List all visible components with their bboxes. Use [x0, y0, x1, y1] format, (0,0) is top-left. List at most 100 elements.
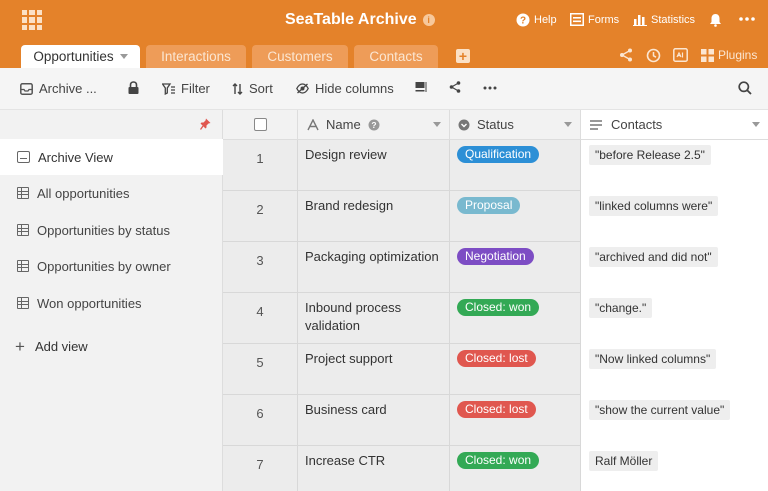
- share-view-button[interactable]: [449, 81, 461, 93]
- table-row[interactable]: 5 Project support Closed: lost "Now linked …: [223, 344, 768, 395]
- title-area: SeaTable Archive i: [285, 11, 435, 29]
- contacts-cell[interactable]: "Now linked columns": [581, 344, 768, 395]
- table-row[interactable]: 1 Design review Qualification "before Relea…: [223, 140, 768, 191]
- single-select-icon: [458, 119, 470, 130]
- share-icon: [620, 48, 632, 62]
- contact-tag: "Now linked columns": [589, 349, 717, 369]
- sidebar-item-all-opportunities[interactable]: All opportunities: [0, 175, 223, 211]
- search-button[interactable]: [738, 81, 752, 95]
- apps-grid-icon[interactable]: [22, 10, 42, 30]
- table-row[interactable]: 6 Business card Closed: lost "show the curr…: [223, 395, 768, 446]
- table-row[interactable]: 7 Increase CTR Closed: won Ralf Möller: [223, 446, 768, 491]
- hide-columns-button[interactable]: Hide columns: [296, 81, 394, 96]
- table-row[interactable]: 3 Packaging optimization Negotiation "archi…: [223, 242, 768, 293]
- info-icon[interactable]: i: [422, 14, 435, 26]
- row-height-button[interactable]: [415, 81, 427, 93]
- plus-icon: +: [15, 337, 25, 356]
- tab-label: Customers: [267, 49, 333, 64]
- help-label: Help: [534, 14, 557, 26]
- column-header-status[interactable]: Status: [450, 110, 581, 140]
- view-label: Opportunities by status: [37, 222, 170, 238]
- archive-icon: [17, 151, 30, 163]
- chevron-down-icon[interactable]: [433, 122, 441, 127]
- view-selector[interactable]: Archive ...: [20, 81, 97, 96]
- column-header-name[interactable]: Name ?: [298, 110, 450, 140]
- tab-contacts[interactable]: Contacts: [354, 45, 438, 68]
- share-button[interactable]: [619, 48, 633, 62]
- contacts-cell[interactable]: "show the current value": [581, 395, 768, 446]
- statistics-button[interactable]: Statistics: [633, 13, 695, 26]
- lock-icon: [128, 81, 139, 94]
- row-number: 7: [223, 446, 298, 491]
- filter-icon: [162, 82, 175, 95]
- more-dots-icon: [739, 17, 755, 21]
- current-view-label: Archive ...: [39, 81, 97, 96]
- status-badge: Qualification: [457, 146, 540, 163]
- api-button[interactable]: [673, 48, 688, 62]
- sidebar-item-archive-view[interactable]: Archive View: [0, 139, 223, 175]
- status-badge: Closed: lost: [457, 350, 536, 367]
- status-cell[interactable]: Proposal: [450, 191, 581, 242]
- status-cell[interactable]: Closed: lost: [450, 344, 581, 395]
- more-menu-button[interactable]: [739, 14, 755, 24]
- lock-button[interactable]: [128, 81, 139, 94]
- archive-icon: [20, 82, 33, 95]
- name-cell[interactable]: Design review: [298, 140, 450, 191]
- chevron-down-icon[interactable]: [564, 122, 572, 127]
- name-cell[interactable]: Brand redesign: [298, 191, 450, 242]
- name-cell[interactable]: Increase CTR: [298, 446, 450, 491]
- svg-text:?: ?: [520, 16, 526, 27]
- pin-icon[interactable]: [199, 118, 211, 133]
- view-label: Opportunities by owner: [37, 258, 171, 274]
- grid-view-icon: [17, 224, 29, 236]
- status-badge: Closed: lost: [457, 401, 536, 418]
- sidebar-item-opportunities-by-status[interactable]: Opportunities by status: [0, 212, 223, 248]
- status-cell[interactable]: Qualification: [450, 140, 581, 191]
- contacts-cell[interactable]: "change.": [581, 293, 768, 344]
- row-number: 2: [223, 191, 298, 242]
- bell-icon: [710, 14, 721, 27]
- view-toolbar: Archive ... Filter Sort Hide columns: [0, 68, 768, 110]
- status-cell[interactable]: Negotiation: [450, 242, 581, 293]
- name-cell[interactable]: Packaging optimization: [298, 242, 450, 293]
- status-badge: Closed: won: [457, 299, 540, 316]
- column-header-contacts[interactable]: Contacts: [581, 110, 768, 140]
- history-button[interactable]: [646, 48, 661, 63]
- name-cell[interactable]: Project support: [298, 344, 450, 395]
- tab-opportunities[interactable]: Opportunities: [21, 45, 140, 68]
- name-cell[interactable]: Inbound process validation: [298, 293, 450, 344]
- select-all-checkbox[interactable]: [253, 118, 267, 131]
- sort-button[interactable]: Sort: [232, 81, 273, 96]
- filter-button[interactable]: Filter: [162, 81, 210, 96]
- contacts-cell[interactable]: "linked columns were": [581, 191, 768, 242]
- help-button[interactable]: ? Help: [516, 13, 557, 27]
- forms-button[interactable]: Forms: [570, 13, 619, 26]
- contact-tag: "before Release 2.5": [589, 145, 711, 165]
- table-row[interactable]: 4 Inbound process validation Closed: won "c…: [223, 293, 768, 344]
- status-badge: Negotiation: [457, 248, 534, 265]
- sidebar-item-won-opportunities[interactable]: Won opportunities: [0, 285, 223, 321]
- plugins-button[interactable]: Plugins: [701, 48, 757, 62]
- row-height-icon: [415, 82, 427, 92]
- contact-tag: "show the current value": [589, 400, 731, 420]
- notifications-button[interactable]: [709, 13, 722, 27]
- grid-view-icon: [17, 260, 29, 272]
- status-cell[interactable]: Closed: won: [450, 446, 581, 491]
- contacts-cell[interactable]: "before Release 2.5": [581, 140, 768, 191]
- chevron-down-icon[interactable]: [119, 54, 128, 59]
- chevron-down-icon[interactable]: [752, 122, 760, 127]
- name-cell[interactable]: Business card: [298, 395, 450, 446]
- status-cell[interactable]: Closed: lost: [450, 395, 581, 446]
- contacts-cell[interactable]: Ralf Möller: [581, 446, 768, 491]
- help-icon[interactable]: ?: [368, 119, 380, 131]
- add-view-button[interactable]: + Add view: [15, 338, 88, 355]
- table-row[interactable]: 2 Brand redesign Proposal "linked columns w…: [223, 191, 768, 242]
- status-cell[interactable]: Closed: won: [450, 293, 581, 344]
- more-options-button[interactable]: [483, 86, 497, 90]
- tab-interactions[interactable]: Interactions: [146, 45, 246, 68]
- app-title: SeaTable Archive: [285, 11, 417, 28]
- tab-customers[interactable]: Customers: [252, 45, 348, 68]
- add-table-icon[interactable]: +: [456, 49, 470, 63]
- contacts-cell[interactable]: "archived and did not": [581, 242, 768, 293]
- sidebar-item-opportunities-by-owner[interactable]: Opportunities by owner: [0, 248, 223, 284]
